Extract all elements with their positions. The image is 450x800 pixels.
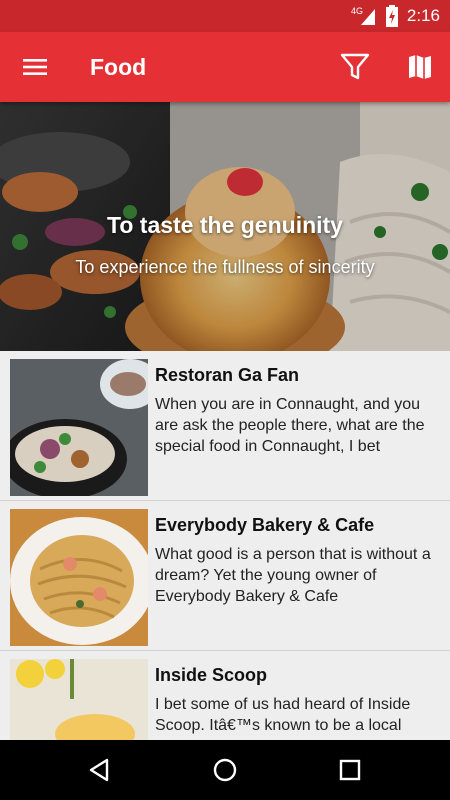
restaurant-thumbnail	[10, 359, 148, 496]
hero-banner[interactable]: To taste the genuinity To experience the…	[0, 102, 450, 351]
menu-button[interactable]	[17, 53, 53, 81]
home-button[interactable]	[211, 756, 239, 784]
restaurant-description: When you are in Connaught, and you are a…	[155, 396, 425, 455]
hero-subtitle: To experience the fullness of sincerity	[75, 257, 375, 277]
restaurant-name: Restoran Ga Fan	[155, 365, 300, 385]
back-button[interactable]	[86, 756, 114, 784]
app-bar: Food	[0, 32, 450, 102]
restaurant-thumbnail	[10, 659, 148, 740]
map-icon	[409, 55, 431, 79]
status-time: 2:16	[406, 6, 440, 25]
restaurant-thumbnail	[10, 509, 148, 646]
battery-charging-icon	[385, 5, 398, 27]
page-title: Food	[90, 54, 147, 80]
filter-button[interactable]	[338, 52, 372, 82]
status-bar: 4G 2:16	[0, 0, 450, 32]
list-item[interactable]: Everybody Bakery & Cafe What good is a p…	[0, 501, 450, 651]
filter-icon	[340, 53, 370, 80]
system-nav-bar	[0, 740, 450, 800]
restaurant-name: Inside Scoop	[155, 665, 268, 685]
restaurant-description: What good is a person that is without a …	[155, 546, 431, 605]
home-icon	[213, 758, 237, 782]
recent-apps-icon	[339, 759, 361, 781]
menu-icon	[23, 59, 47, 75]
network-label: 4G	[351, 6, 363, 16]
map-button[interactable]	[404, 52, 436, 82]
restaurant-description: I bet some of us had heard of Inside Sco…	[155, 696, 411, 734]
recent-apps-button[interactable]	[336, 756, 364, 784]
restaurant-list: Restoran Ga Fan When you are in Connaugh…	[0, 351, 450, 740]
hero-title: To taste the genuinity	[107, 212, 343, 238]
signal-icon: 4G	[351, 6, 375, 25]
restaurant-name: Everybody Bakery & Cafe	[155, 515, 375, 535]
back-icon	[89, 758, 109, 782]
list-item[interactable]: Inside Scoop I bet some of us had heard …	[0, 651, 450, 740]
list-item[interactable]: Restoran Ga Fan When you are in Connaugh…	[0, 351, 450, 501]
